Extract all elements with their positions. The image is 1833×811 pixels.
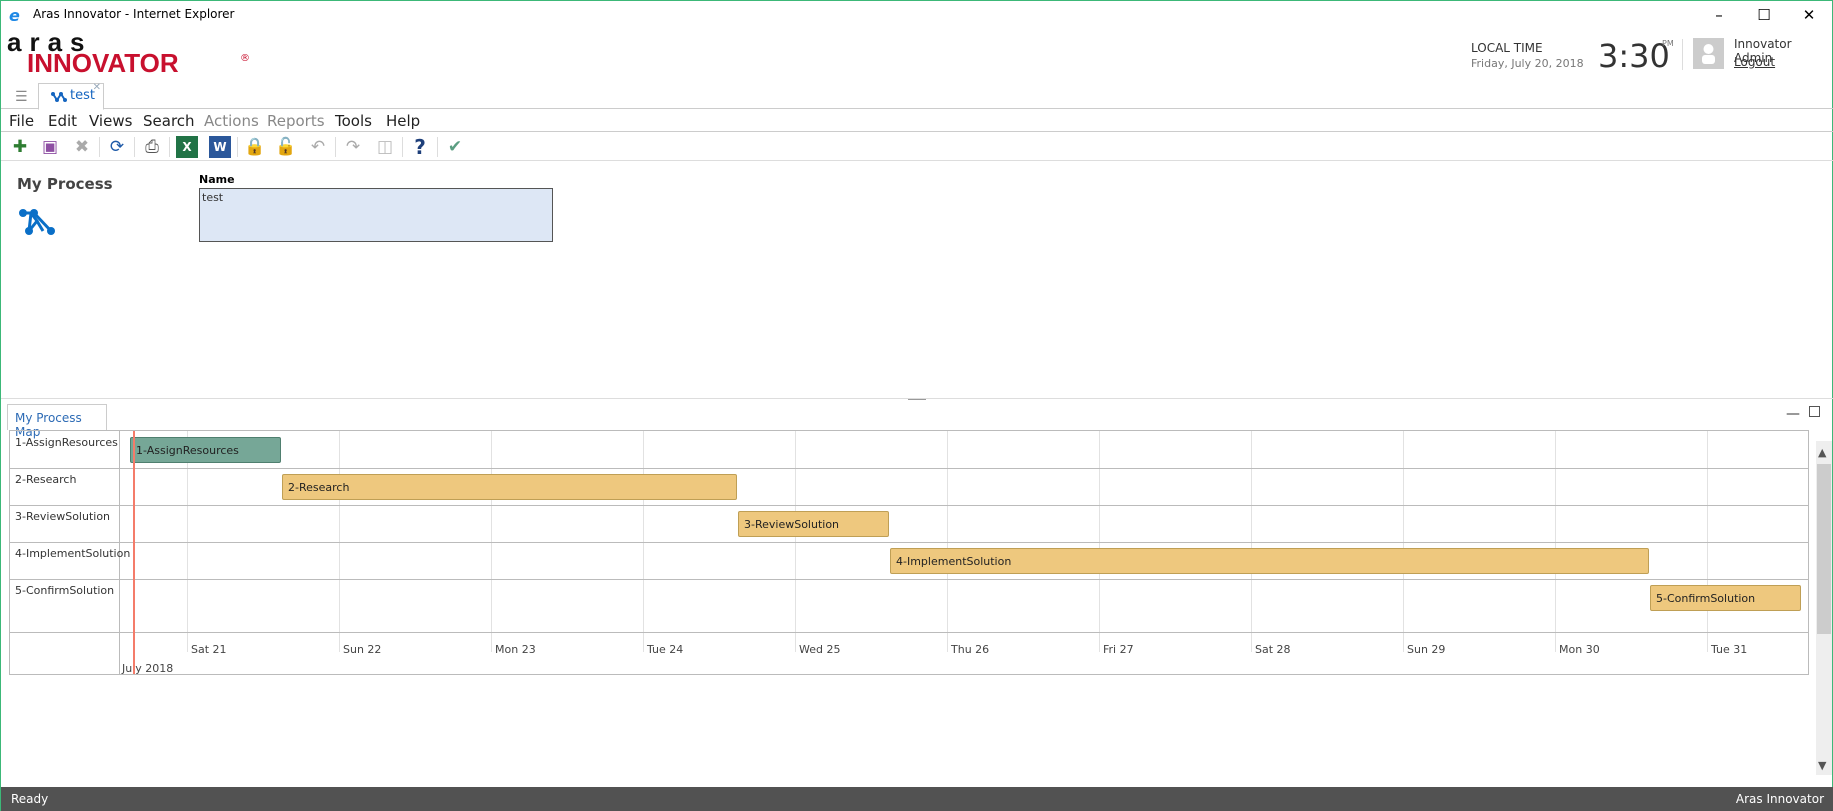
task-row-label: 4-ImplementSolution — [15, 547, 131, 560]
promote-icon[interactable]: ↷ — [342, 136, 364, 158]
local-date: Friday, July 20, 2018 — [1471, 57, 1584, 70]
day-label: Mon 23 — [495, 643, 536, 656]
close-tab-icon[interactable]: ✕ — [93, 82, 101, 93]
close-button[interactable]: ✕ — [1789, 3, 1829, 27]
scroll-up-icon[interactable]: ▲ — [1818, 446, 1826, 459]
day-label: Thu 26 — [951, 643, 990, 656]
gantt-chart: Sat 21 Sun 22 Mon 23 Tue 24 Wed 25 Thu 26 Fri … — [9, 430, 1809, 675]
day-label: Sat 21 — [191, 643, 227, 656]
minimize-panel-button[interactable]: — — [1786, 406, 1800, 422]
day-label: Sat 28 — [1255, 643, 1291, 656]
process-icon — [19, 209, 55, 235]
task-row-label: 3-ReviewSolution — [15, 510, 111, 523]
task-row-label: 5-ConfirmSolution — [15, 584, 115, 597]
day-label: Tue 31 — [1711, 643, 1748, 656]
local-time-label: LOCAL TIME — [1471, 41, 1543, 55]
unlock-icon[interactable]: 🔓 — [275, 136, 297, 158]
help-icon[interactable]: ? — [409, 136, 431, 158]
row-divider — [10, 505, 1808, 506]
tab-bar — [1, 83, 1833, 109]
avatar — [1693, 38, 1724, 69]
excel-icon[interactable]: X — [176, 136, 198, 158]
form-title: My Process — [17, 175, 113, 193]
current-time-marker — [133, 431, 136, 674]
internet-explorer-icon: e — [9, 6, 20, 25]
scroll-down-icon[interactable]: ▼ — [1818, 759, 1826, 772]
tab-my-process-map[interactable]: My Process Map — [7, 404, 107, 439]
lock-icon[interactable]: 🔒 — [244, 136, 266, 158]
task-bar[interactable]: 3-ReviewSolution — [738, 511, 889, 537]
tab-test[interactable]: test ✕ — [38, 82, 104, 110]
status-bar: Ready Aras Innovator — [1, 787, 1833, 811]
day-label: Tue 24 — [647, 643, 684, 656]
minimize-button[interactable]: – — [1699, 3, 1739, 27]
status-app-name: Aras Innovator — [1735, 792, 1824, 806]
title-bar: e Aras Innovator - Internet Explorer – ☐… — [1, 1, 1833, 29]
menu-actions[interactable]: Actions — [204, 112, 259, 130]
clock-time: 3:30 — [1598, 37, 1670, 75]
splitter-grip[interactable] — [908, 399, 926, 400]
task-bar[interactable]: 2-Research — [282, 474, 737, 500]
toolbar: ✚ ▣ ✖ ⟳ ⎙ X W 🔒 🔓 ↶ ↷ ◫ ? ✔ — [1, 133, 1833, 161]
clock-ampm: PM — [1662, 39, 1674, 48]
new-icon[interactable]: ✚ — [9, 136, 31, 158]
window-title: Aras Innovator - Internet Explorer — [33, 7, 235, 21]
menu-bar: File Edit Views Search Actions Reports T… — [1, 110, 1833, 132]
tab-label: test — [70, 88, 95, 103]
menu-help[interactable]: Help — [386, 112, 420, 130]
svg-text:INNOVATOR: INNOVATOR — [27, 48, 179, 75]
paste-icon[interactable]: ◫ — [374, 136, 396, 158]
aras-innovator-logo: aras INNOVATOR ® — [7, 27, 252, 78]
menu-tools[interactable]: Tools — [335, 112, 372, 130]
menu-hamburger-icon[interactable]: ☰ — [15, 89, 28, 105]
discard-icon[interactable]: ✖ — [71, 136, 93, 158]
status-text: Ready — [11, 792, 49, 806]
menu-file[interactable]: File — [9, 112, 34, 130]
row-divider — [10, 632, 1808, 633]
user-icon — [1702, 44, 1715, 64]
day-label: Wed 25 — [799, 643, 841, 656]
vertical-scrollbar[interactable]: ▲ ▼ — [1816, 441, 1832, 775]
process-icon — [51, 92, 67, 102]
row-divider — [10, 542, 1808, 543]
scroll-thumb[interactable] — [1817, 464, 1831, 634]
task-row-label: 2-Research — [15, 473, 77, 486]
row-divider — [10, 579, 1808, 580]
day-label: Sun 22 — [343, 643, 382, 656]
name-field[interactable]: test — [199, 188, 553, 242]
menu-views[interactable]: Views — [89, 112, 132, 130]
day-label: Mon 30 — [1559, 643, 1600, 656]
day-label: Fri 27 — [1103, 643, 1134, 656]
task-bar[interactable]: 1-AssignResources — [130, 437, 281, 463]
refresh-icon[interactable]: ⟳ — [106, 136, 128, 158]
divider — [1682, 39, 1683, 70]
maximize-button[interactable]: ☐ — [1744, 3, 1784, 27]
task-row-label: 1-AssignResources — [15, 436, 118, 449]
menu-edit[interactable]: Edit — [48, 112, 77, 130]
name-label: Name — [199, 173, 235, 186]
word-icon[interactable]: W — [209, 136, 231, 158]
day-label: Sun 29 — [1407, 643, 1446, 656]
menu-reports[interactable]: Reports — [267, 112, 325, 130]
print-icon[interactable]: ⎙ — [141, 136, 163, 158]
maximize-panel-button[interactable] — [1809, 406, 1820, 417]
menu-search[interactable]: Search — [143, 112, 195, 130]
task-bar[interactable]: 5-ConfirmSolution — [1650, 585, 1801, 611]
done-icon[interactable]: ✔ — [444, 136, 466, 158]
row-divider — [10, 468, 1808, 469]
save-icon[interactable]: ▣ — [39, 136, 61, 158]
month-label: July 2018 — [122, 662, 174, 675]
logout-link[interactable]: Logout — [1734, 55, 1775, 69]
task-bar[interactable]: 4-ImplementSolution — [890, 548, 1649, 574]
svg-text:®: ® — [240, 53, 250, 64]
undo-icon[interactable]: ↶ — [307, 136, 329, 158]
